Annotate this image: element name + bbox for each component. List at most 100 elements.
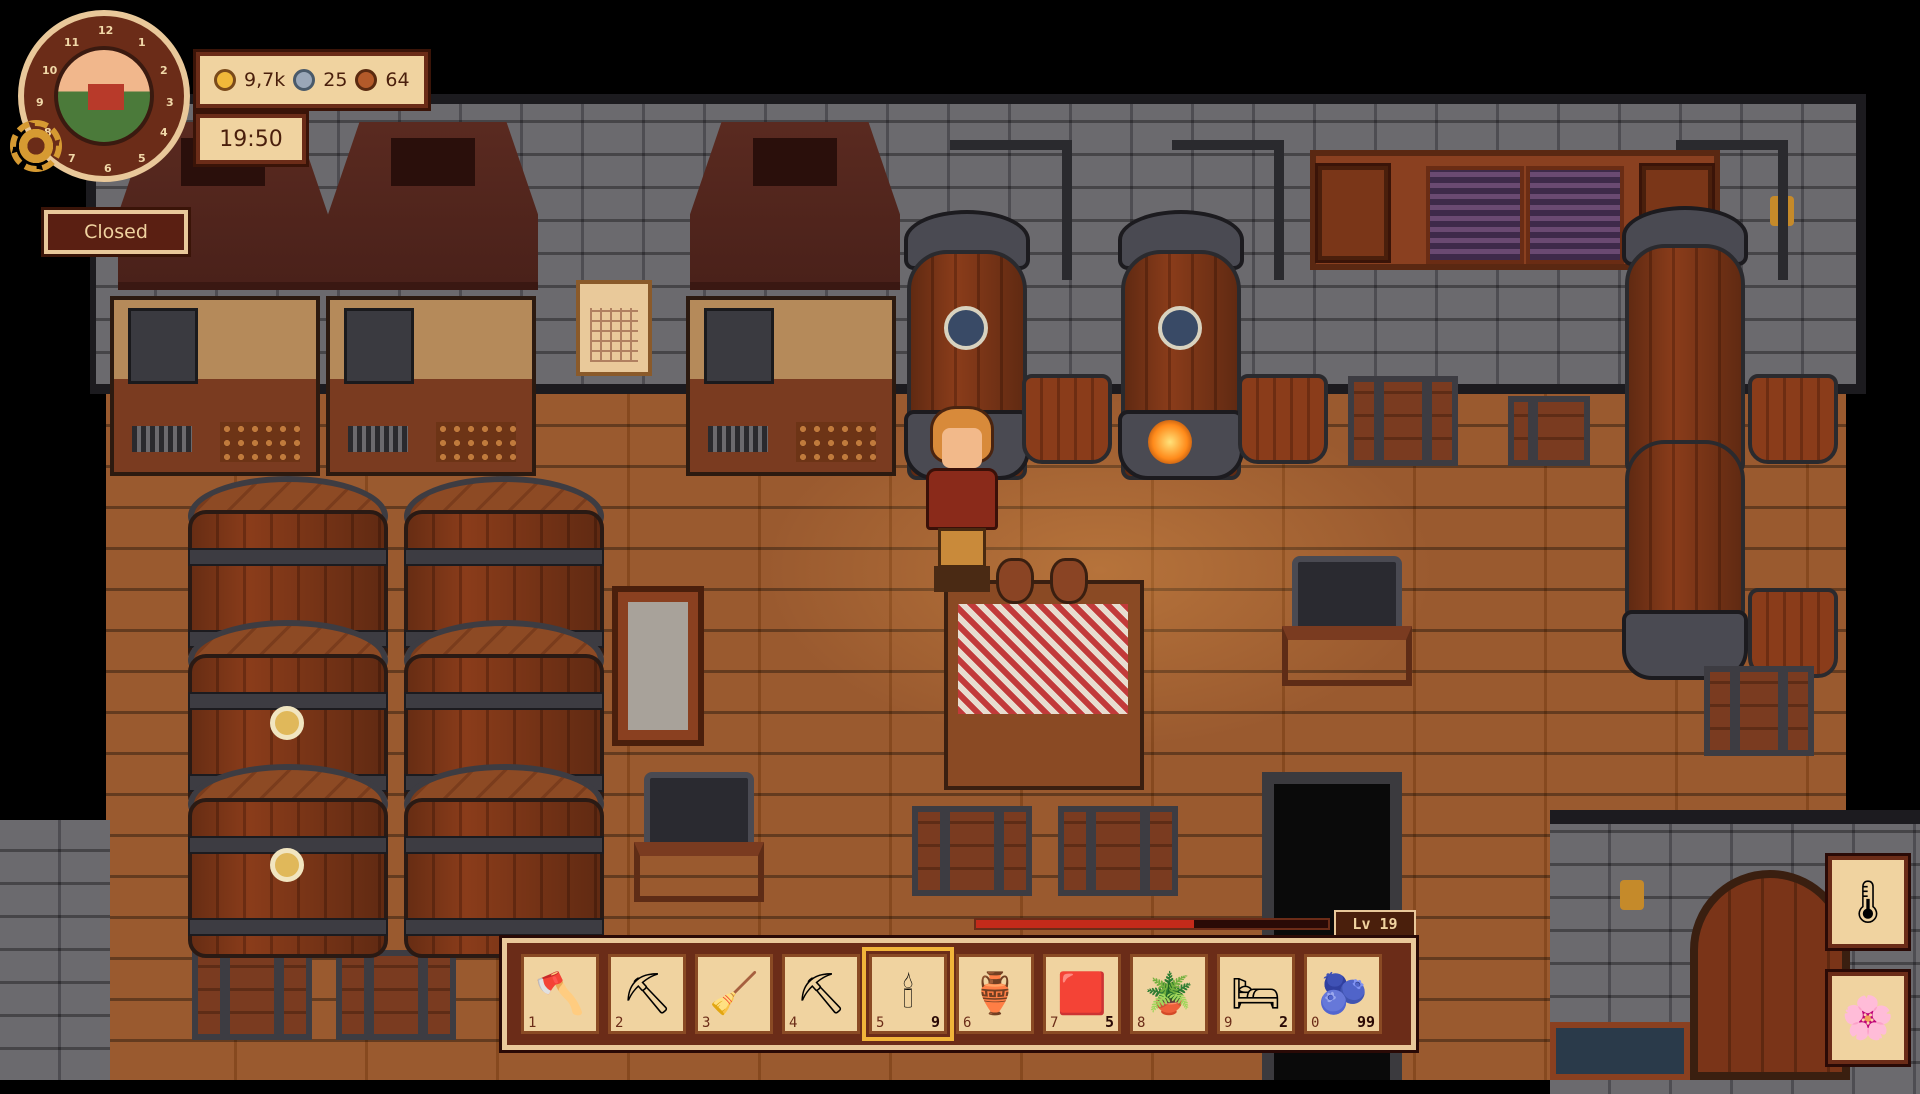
hotbar-slot[interactable]: 🟥 7 5 <box>1043 954 1121 1034</box>
storage-chest[interactable] <box>1704 666 1814 756</box>
hotbar: 🪓 1 ⛏ 2 🧹 3 ⛏ 4 🕯 5 9 🏺 6 🟥 7 5 🪴 8 🛏 9 2 🫐 0 99 <box>499 935 1419 1053</box>
clock-number: 11 <box>64 36 80 49</box>
hotbar-slot[interactable]: 🪓 1 <box>521 954 599 1034</box>
hotbar-slot[interactable]: 🕯 5 9 <box>862 947 954 1041</box>
wooden-bucket[interactable] <box>1238 374 1328 464</box>
settings-gear-icon[interactable] <box>10 120 62 172</box>
sunset-farm-icon <box>54 46 154 146</box>
wall-mirror-frame[interactable] <box>612 586 704 746</box>
hotbar-slot[interactable]: 🪴 8 <box>1130 954 1208 1034</box>
still-pipe <box>1062 140 1072 280</box>
currency-panel: 9,7k 25 64 <box>193 49 431 111</box>
hotbar-slot[interactable]: 🛏 9 2 <box>1217 954 1295 1034</box>
storage-chest[interactable] <box>1508 396 1590 466</box>
player-character <box>912 406 1012 596</box>
clock-number: 4 <box>160 126 168 139</box>
copper-coin-icon <box>355 69 378 91</box>
storage-chest[interactable] <box>1058 806 1178 896</box>
axe-icon: 🪓 <box>535 971 585 1017</box>
left-void <box>0 240 90 830</box>
wall-calendar[interactable] <box>576 280 652 376</box>
wooden-bucket[interactable] <box>1748 374 1838 464</box>
hotbar-key-label: 4 <box>789 1015 798 1031</box>
hotbar-key-label: 0 <box>1311 1015 1320 1031</box>
level-label: Lv 19 <box>1334 910 1416 938</box>
gold-coin-icon <box>214 69 236 91</box>
clock-number: 6 <box>104 162 112 175</box>
item-quantity: 5 <box>1104 1013 1114 1031</box>
wooden-bucket[interactable] <box>1748 588 1838 678</box>
gold-amount: 9,7k <box>244 69 286 91</box>
wall-hook <box>1620 880 1644 910</box>
item-quantity: 2 <box>1278 1013 1288 1031</box>
storage-chest[interactable] <box>192 950 312 1040</box>
hotbar-key-label: 1 <box>528 1015 537 1031</box>
wall-painting <box>1550 1022 1690 1080</box>
thermometer-icon: 🌡 <box>1841 877 1895 926</box>
right-void <box>1866 94 1920 794</box>
hotbar-slot[interactable]: ⛏ 4 <box>782 954 860 1034</box>
storage-chest[interactable] <box>912 806 1032 896</box>
still-pipe <box>1676 140 1786 150</box>
clock-number: 10 <box>42 64 58 77</box>
blueberry-bush-icon: 🫐 <box>1318 971 1368 1017</box>
barrel-tap-icon[interactable] <box>270 706 304 740</box>
bed-icon: 🛏 <box>1230 971 1282 1017</box>
hotbar-key-label: 9 <box>1224 1015 1233 1031</box>
flower-vase-icon: 🏺 <box>970 971 1020 1017</box>
scythe-icon: ⛏ <box>621 971 673 1017</box>
grape-press-bench[interactable] <box>326 296 536 476</box>
still-pipe <box>1274 140 1284 280</box>
clay-jug[interactable] <box>1050 558 1088 604</box>
barrel-tap-icon[interactable] <box>270 848 304 882</box>
thermometer-button[interactable]: 🌡 <box>1825 853 1911 951</box>
storage-chest[interactable] <box>1348 376 1458 466</box>
potted-plant-icon: 🪴 <box>1144 971 1194 1017</box>
clock-number: 3 <box>166 96 174 109</box>
silver-amount: 25 <box>323 69 348 91</box>
flower-button[interactable]: 🌸 <box>1825 969 1911 1067</box>
pressure-gauge <box>944 306 988 350</box>
item-quantity: 99 <box>1356 1013 1375 1031</box>
forge-hood <box>328 122 538 290</box>
mash-cart[interactable] <box>1282 556 1422 686</box>
grape-press-bench[interactable] <box>686 296 896 476</box>
pressure-gauge <box>1158 306 1202 350</box>
still-pipe <box>1778 140 1788 280</box>
clock-number: 7 <box>68 152 76 165</box>
hotbar-slot[interactable]: 🧹 3 <box>695 954 773 1034</box>
shop-status-badge[interactable]: Closed <box>41 207 191 257</box>
broom-icon: 🧹 <box>709 971 759 1017</box>
hotbar-slot[interactable]: 🏺 6 <box>956 954 1034 1034</box>
bottling-table[interactable] <box>944 580 1144 790</box>
wooden-door[interactable] <box>1690 870 1850 1080</box>
clock-number: 2 <box>160 64 168 77</box>
flower-icon: 🌸 <box>1841 993 1895 1042</box>
candle-icon: 🕯 <box>902 971 914 1017</box>
forge-hood <box>690 122 900 290</box>
clock-number: 12 <box>98 24 114 37</box>
hotbar-slot[interactable]: ⛏ 2 <box>608 954 686 1034</box>
hotbar-key-label: 3 <box>702 1015 711 1031</box>
storage-chest[interactable] <box>336 950 456 1040</box>
experience-bar <box>974 918 1330 930</box>
mash-cart[interactable] <box>634 772 774 902</box>
clock-number: 1 <box>138 36 146 49</box>
aging-barrel[interactable] <box>404 798 604 958</box>
grape-press-bench[interactable] <box>110 296 320 476</box>
still-pipe <box>950 140 1070 150</box>
silver-coin-icon <box>293 69 316 91</box>
time-display: 19:50 <box>193 111 309 167</box>
hotbar-key-label: 5 <box>876 1015 885 1031</box>
copper-amount: 64 <box>385 69 410 91</box>
pickaxe-icon: ⛏ <box>795 971 847 1017</box>
rug-icon: 🟥 <box>1057 971 1107 1017</box>
hotbar-slot[interactable]: 🫐 0 99 <box>1304 954 1382 1034</box>
clock-number: 9 <box>36 96 44 109</box>
hotbar-key-label: 6 <box>963 1015 972 1031</box>
hotbar-key-label: 2 <box>615 1015 624 1031</box>
distillery-still[interactable] <box>1625 440 1745 620</box>
hotbar-key-label: 7 <box>1050 1015 1059 1031</box>
item-quantity: 9 <box>930 1013 940 1031</box>
wooden-bucket[interactable] <box>1022 374 1112 464</box>
